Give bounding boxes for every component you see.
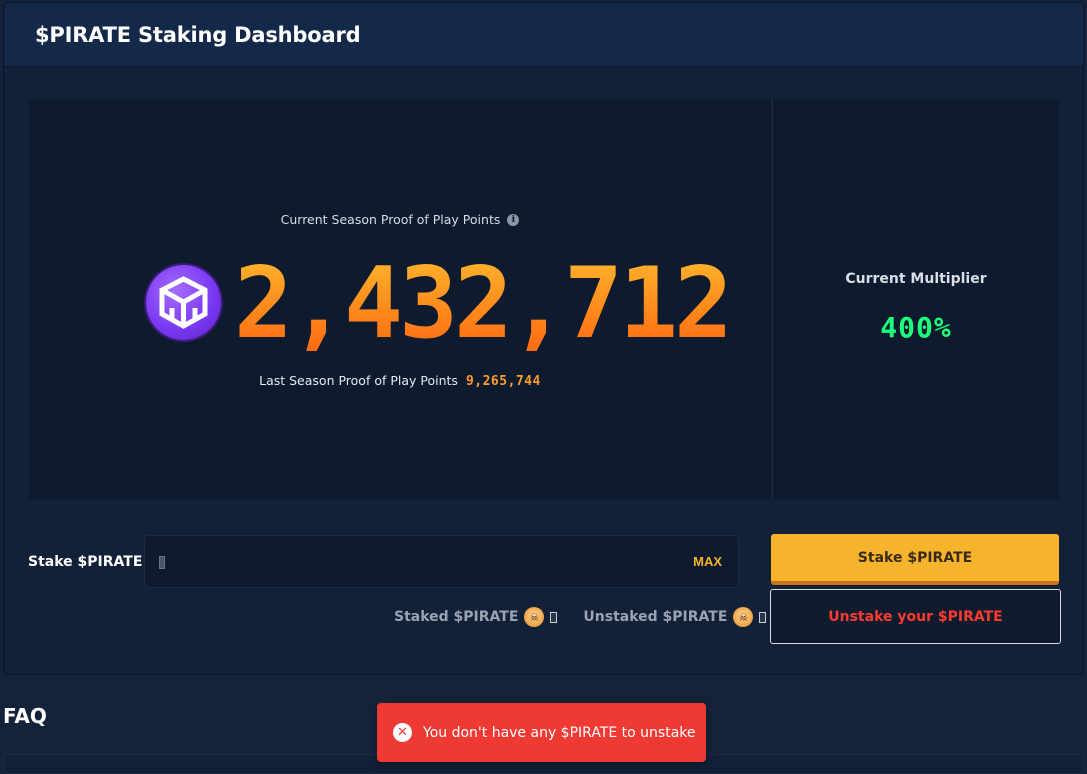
max-button[interactable]: MAX xyxy=(693,554,722,569)
last-season-points: Last Season Proof of Play Points 9,265,7… xyxy=(29,373,771,389)
last-season-points-value: 9,265,744 xyxy=(465,374,541,389)
staking-dashboard-panel: $PIRATE Staking Dashboard Current Season… xyxy=(3,2,1084,675)
last-season-points-label: Last Season Proof of Play Points xyxy=(259,373,458,388)
panel-header: $PIRATE Staking Dashboard xyxy=(4,3,1083,67)
page-title: $PIRATE Staking Dashboard xyxy=(35,22,361,47)
points-card: Current Season Proof of Play Points i 2,… xyxy=(29,99,771,499)
proof-of-play-logo-icon xyxy=(146,265,221,340)
info-icon[interactable]: i xyxy=(507,213,520,226)
current-season-points-value: 2,432,712 xyxy=(234,247,733,361)
current-season-points-text: Current Season Proof of Play Points xyxy=(280,212,501,227)
stake-amount-field[interactable]: MAX xyxy=(144,535,739,588)
stake-label: Stake $PIRATE xyxy=(28,554,143,570)
unstaked-label: Unstaked $PIRATE xyxy=(583,609,728,625)
multiplier-label: Current Multiplier xyxy=(845,271,987,287)
error-toast[interactable]: ✕ You don't have any $PIRATE to unstake xyxy=(377,703,706,762)
balances-row: Staked $PIRATE ☠ Unstaked $PIRATE ☠ xyxy=(394,607,786,627)
error-x-icon: ✕ xyxy=(393,723,412,742)
toast-message: You don't have any $PIRATE to unstake xyxy=(423,724,696,741)
current-season-points-label: Current Season Proof of Play Points i xyxy=(29,212,771,227)
faq-title: FAQ xyxy=(3,704,47,728)
pirate-skull-icon: ☠ xyxy=(524,607,545,627)
unstaked-value-placeholder xyxy=(759,611,767,623)
stake-button[interactable]: Stake $PIRATE xyxy=(771,534,1059,585)
multiplier-card: Current Multiplier 400% xyxy=(772,99,1059,499)
staked-value-placeholder xyxy=(550,611,558,623)
pirate-skull-icon: ☠ xyxy=(733,607,754,627)
staked-label: Staked $PIRATE xyxy=(394,609,519,625)
multiplier-value: 400% xyxy=(880,311,952,344)
stake-amount-input[interactable] xyxy=(157,550,637,574)
unstake-button[interactable]: Unstake your $PIRATE xyxy=(770,589,1061,644)
